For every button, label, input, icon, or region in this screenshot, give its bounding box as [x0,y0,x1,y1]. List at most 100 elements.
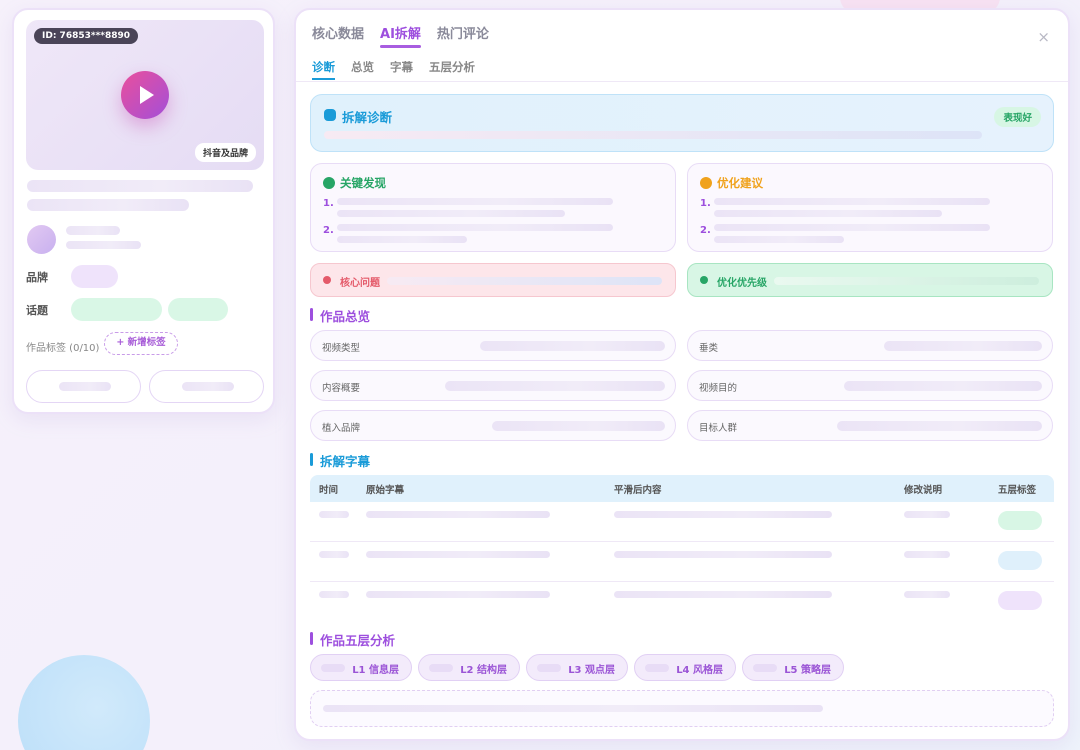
priority-skeleton [774,277,1039,285]
tab-core-data[interactable]: 核心数据 [312,23,364,48]
tags-label: 作品标签 (0/10) [26,343,100,354]
field-label: 视频目的 [699,383,738,394]
suggestion-number: 1. [700,198,711,209]
tab-subtitles[interactable]: 字幕 [390,59,413,80]
diagnosis-icon [324,109,336,121]
column-header: 平滑后内容 [614,485,662,496]
suggestion-skeleton [714,224,990,231]
finding-skeleton [337,224,613,231]
layer-tab-l2[interactable]: L2 结构层 [418,654,520,681]
field-skeleton [445,381,665,391]
priority-dot-icon [700,276,708,284]
tab-diagnosis[interactable]: 诊断 [312,59,335,80]
topic-pill [71,298,162,321]
tab-overview[interactable]: 总览 [351,59,374,80]
issue-dot-icon [323,276,331,284]
finding-skeleton [337,198,613,205]
main-tabs: 核心数据 AI拆解 热门评论 [312,23,489,48]
section-bar [310,308,313,321]
field-label: 垂类 [699,343,719,354]
suggestion-skeleton [714,198,990,205]
tab-hot-comments[interactable]: 热门评论 [437,23,489,48]
layer-tab-l4[interactable]: L4 风格层 [634,654,736,681]
suggestion-skeleton [714,210,942,217]
brand-pill [71,265,118,288]
column-header: 修改说明 [904,485,943,496]
suggestions-card: 优化建议 1. 2. [687,163,1053,252]
overview-field: 植入品牌 [310,410,676,441]
layer-tab-l3[interactable]: L3 观点层 [526,654,628,681]
overview-field: 内容概要 [310,370,676,401]
field-skeleton [844,381,1042,391]
action-button[interactable] [149,370,264,403]
overview-title: 作品总览 [320,309,371,324]
layer-tabs: L1 信息层 L2 结构层 L3 观点层 L4 风格层 L5 策略层 [310,654,844,681]
field-label: 内容概要 [322,383,361,394]
findings-card: 关键发现 1. 2. [310,163,676,252]
section-bar [310,632,313,645]
title-skeleton [27,199,189,211]
diagnosis-title: 拆解诊断 [342,110,393,125]
finding-skeleton [337,236,467,243]
layer-tab-l1[interactable]: L1 信息层 [310,654,412,681]
field-skeleton [492,421,665,431]
suggestions-icon [700,177,712,189]
findings-icon [323,177,335,189]
platform-badge: 抖音及品牌 [194,143,256,162]
status-badge: 表现好 [994,107,1041,127]
close-icon[interactable]: × [1037,28,1050,46]
field-skeleton [837,421,1042,431]
title-skeleton [27,180,253,192]
findings-title: 关键发现 [340,176,386,190]
avatar [27,225,56,254]
subtitle-table: 时间 原始字幕 平滑后内容 修改说明 五层标签 [310,475,1054,622]
suggestions-title: 优化建议 [717,176,763,190]
video-card: ID: 76853***8890 抖音及品牌 品牌 话题 作品标签 (0/10)… [12,8,275,414]
layer-tab-l5[interactable]: L5 策略层 [742,654,844,681]
play-icon[interactable] [121,71,169,119]
finding-number: 2. [323,225,334,236]
table-row[interactable] [310,502,1054,542]
topic-pill [168,298,228,321]
video-thumbnail[interactable]: ID: 76853***8890 抖音及品牌 [26,20,264,170]
column-header: 时间 [319,485,339,496]
subtitles-title: 拆解字幕 [320,454,371,469]
column-header: 五层标签 [998,485,1037,496]
field-label: 目标人群 [699,423,738,434]
topic-label: 话题 [26,304,48,317]
analysis-panel: 核心数据 AI拆解 热门评论 × 诊断 总览 字幕 五层分析 拆解诊断 表现好 … [294,8,1070,741]
finding-number: 1. [323,198,334,209]
overview-field: 视频目的 [687,370,1053,401]
field-skeleton [480,341,665,351]
column-header: 原始字幕 [366,485,405,496]
diagnosis-card: 拆解诊断 表现好 [310,94,1054,152]
section-bar [310,453,313,466]
issue-skeleton [387,277,662,285]
decor-circle [18,655,150,750]
overview-field: 目标人群 [687,410,1053,441]
overview-field: 垂类 [687,330,1053,361]
suggestion-number: 2. [700,225,711,236]
author-skeleton [66,241,141,249]
tab-ai-breakdown[interactable]: AI拆解 [380,23,421,48]
layers-title: 作品五层分析 [320,633,396,648]
tab-five-layers[interactable]: 五层分析 [429,59,475,80]
divider [296,81,1068,82]
core-issue-label: 核心问题 [340,278,380,289]
author-skeleton [66,226,120,235]
table-row[interactable] [310,582,1054,622]
field-skeleton [884,341,1042,351]
brand-label: 品牌 [26,271,48,284]
field-label: 植入品牌 [322,423,361,434]
table-header: 时间 原始字幕 平滑后内容 修改说明 五层标签 [310,475,1054,502]
priority-banner: 优化优先级 [687,263,1053,297]
video-id-badge: ID: 76853***8890 [34,28,139,44]
field-label: 视频类型 [322,343,361,354]
sub-tabs: 诊断 总览 字幕 五层分析 [312,59,475,80]
layer-content [310,690,1054,727]
add-tag-button[interactable]: + 新增标签 [104,332,178,355]
action-button[interactable] [26,370,141,403]
diagnosis-skeleton [324,131,982,139]
table-row[interactable] [310,542,1054,582]
overview-field: 视频类型 [310,330,676,361]
